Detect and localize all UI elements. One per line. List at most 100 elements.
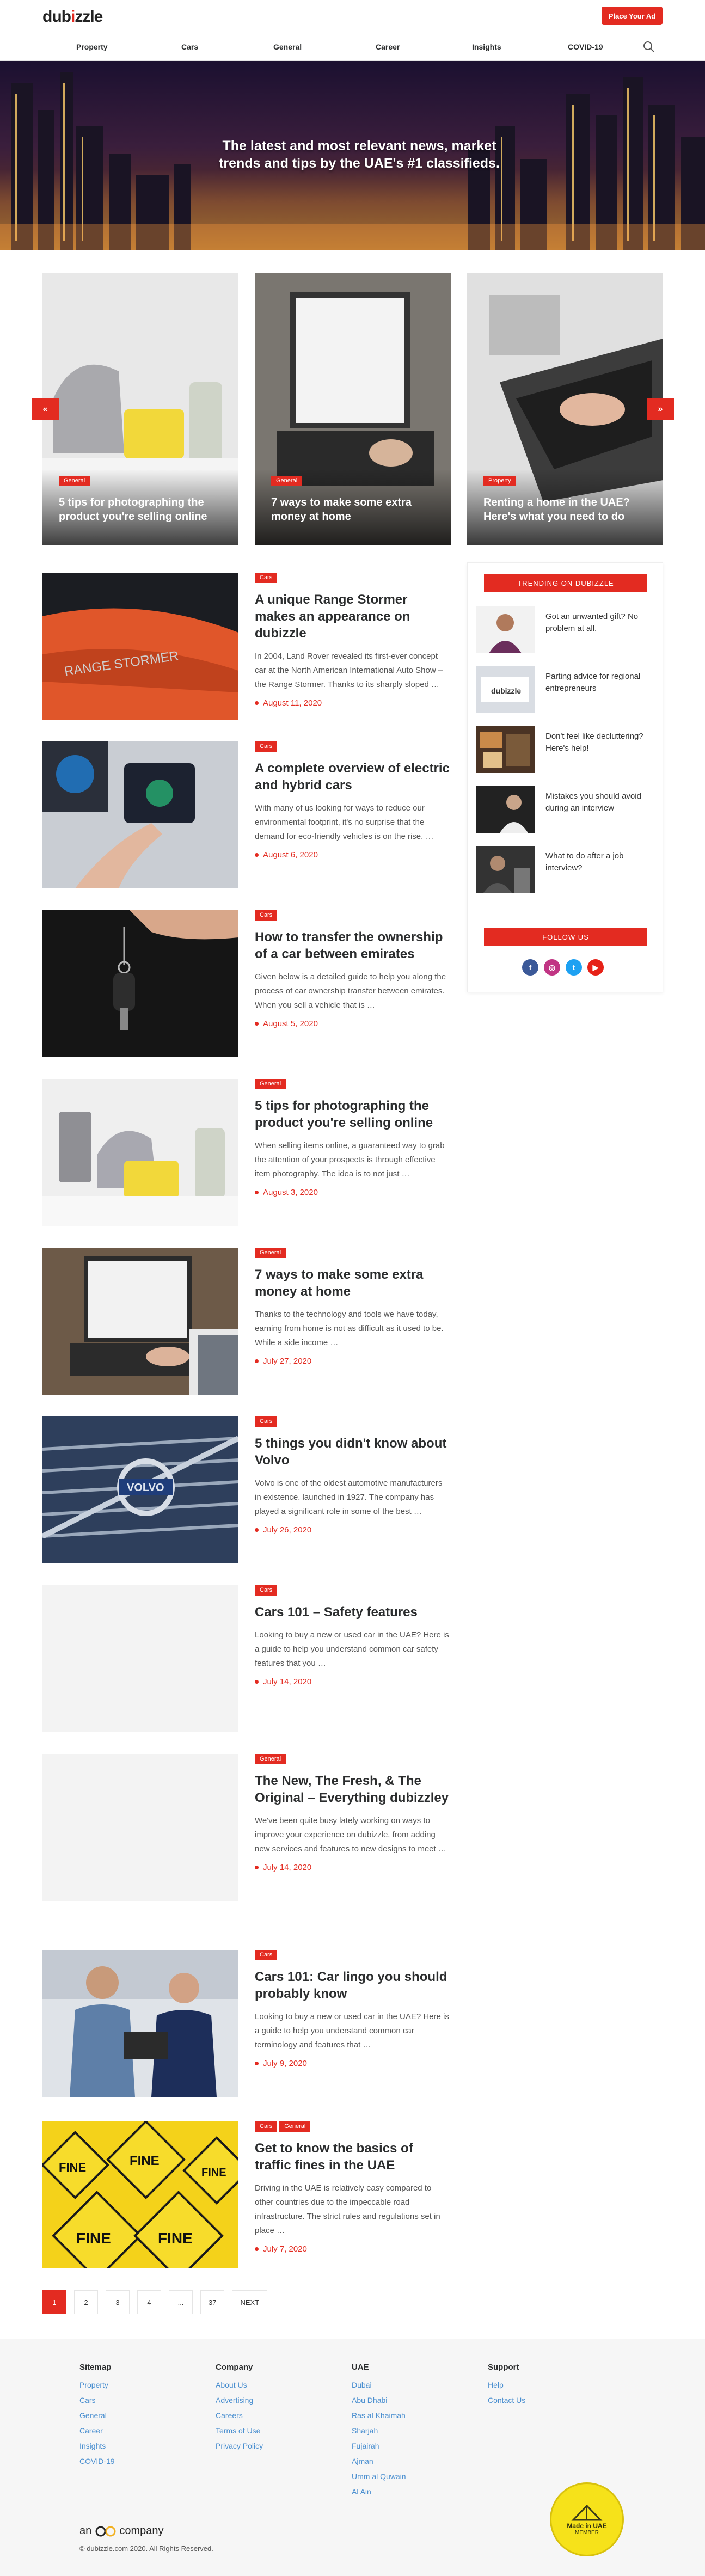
footer-link[interactable]: Career: [79, 2423, 188, 2438]
article-image-placeholder[interactable]: [42, 1754, 238, 1901]
nav-item-insights[interactable]: Insights: [472, 42, 501, 51]
article-title[interactable]: The New, The Fresh, & The Original – Eve…: [255, 1772, 451, 1806]
slide-2[interactable]: General 7 ways to make some extra money …: [255, 273, 451, 545]
nav-item-covid-19[interactable]: COVID-19: [568, 42, 603, 51]
category-badge[interactable]: Cars: [255, 741, 278, 752]
footer-link[interactable]: Dubai: [352, 2377, 461, 2393]
slide-3[interactable]: Property Renting a home in the UAE? Here…: [467, 273, 663, 545]
article-card[interactable]: VOLVO Cars 5 things you didn't know abou…: [42, 1416, 451, 1563]
article-title[interactable]: Cars 101 – Safety features: [255, 1604, 451, 1621]
category-badge[interactable]: Cars: [255, 1950, 278, 1960]
slide-category-badge[interactable]: Property: [483, 476, 516, 486]
trending-title[interactable]: Got an unwanted gift? No problem at all.: [545, 611, 654, 635]
article-title[interactable]: How to transfer the ownership of a car b…: [255, 929, 451, 962]
article-image-placeholder[interactable]: [42, 1585, 238, 1732]
article-card[interactable]: Cars Cars 101 – Safety features Looking …: [42, 1585, 451, 1732]
trending-title[interactable]: Don't feel like decluttering? Here's hel…: [545, 731, 654, 755]
page-2-button[interactable]: 2: [74, 2290, 98, 2314]
slide-category-badge[interactable]: General: [271, 476, 303, 486]
article-card[interactable]: Cars How to transfer the ownership of a …: [42, 910, 451, 1057]
footer-link[interactable]: About Us: [216, 2377, 324, 2393]
trending-title[interactable]: Parting advice for regional entrepreneur…: [545, 671, 654, 695]
article-card[interactable]: General 7 ways to make some extra money …: [42, 1248, 451, 1395]
article-image[interactable]: [42, 1079, 238, 1226]
footer-link[interactable]: Privacy Policy: [216, 2438, 324, 2454]
facebook-icon[interactable]: f: [522, 959, 538, 976]
article-image[interactable]: VOLVO: [42, 1416, 238, 1563]
footer-link[interactable]: Abu Dhabi: [352, 2393, 461, 2408]
footer-link[interactable]: Terms of Use: [216, 2423, 324, 2438]
article-title[interactable]: A unique Range Stormer makes an appearan…: [255, 591, 451, 642]
article-image[interactable]: RANGE STORMER: [42, 573, 238, 720]
article-title[interactable]: 7 ways to make some extra money at home: [255, 1266, 451, 1300]
footer-link[interactable]: Sharjah: [352, 2423, 461, 2438]
article-title[interactable]: 5 things you didn't know about Volvo: [255, 1435, 451, 1469]
slide-title[interactable]: Renting a home in the UAE? Here's what y…: [483, 495, 652, 524]
article-card[interactable]: RANGE STORMER Cars A unique Range Storme…: [42, 573, 451, 720]
youtube-icon[interactable]: ▶: [587, 959, 604, 976]
next-page-button[interactable]: NEXT: [232, 2290, 268, 2314]
slide-title[interactable]: 7 ways to make some extra money at home: [271, 495, 440, 524]
category-badge[interactable]: Cars: [255, 910, 278, 921]
footer-link[interactable]: Ajman: [352, 2454, 461, 2469]
article-card[interactable]: Cars A complete overview of electric and…: [42, 741, 451, 888]
article-image[interactable]: [42, 1248, 238, 1395]
footer-link[interactable]: COVID-19: [79, 2454, 188, 2469]
slide-category-badge[interactable]: General: [59, 476, 90, 486]
category-badge[interactable]: General: [255, 1754, 286, 1764]
page-1-button[interactable]: 1: [42, 2290, 66, 2314]
page-3-button[interactable]: 3: [106, 2290, 130, 2314]
article-image[interactable]: [42, 1950, 238, 2097]
category-badge[interactable]: General: [255, 1079, 286, 1089]
article-card[interactable]: General 5 tips for photographing the pro…: [42, 1079, 451, 1226]
nav-item-general[interactable]: General: [273, 42, 302, 51]
footer-link[interactable]: Insights: [79, 2438, 188, 2454]
slider-prev-button[interactable]: «: [32, 398, 59, 420]
slide-1[interactable]: General 5 tips for photographing the pro…: [42, 273, 238, 545]
article-image[interactable]: [42, 910, 238, 1057]
search-icon[interactable]: [643, 41, 655, 53]
footer-link[interactable]: Property: [79, 2377, 188, 2393]
article-card[interactable]: Cars Cars 101: Car lingo you should prob…: [42, 1950, 451, 2097]
trending-item[interactable]: Don't feel like decluttering? Here's hel…: [476, 726, 655, 773]
footer-link[interactable]: Help: [488, 2377, 597, 2393]
article-title[interactable]: Cars 101: Car lingo you should probably …: [255, 1968, 451, 2002]
article-image[interactable]: FINE FINE FINE FINE FINE: [42, 2121, 238, 2268]
article-card[interactable]: General The New, The Fresh, & The Origin…: [42, 1754, 451, 1901]
footer-link[interactable]: Cars: [79, 2393, 188, 2408]
footer-link[interactable]: Umm al Quwain: [352, 2469, 461, 2484]
footer-link[interactable]: Careers: [216, 2408, 324, 2423]
category-badge[interactable]: Cars: [255, 1585, 278, 1596]
trending-title[interactable]: Mistakes you should avoid during an inte…: [545, 790, 654, 814]
trending-item[interactable]: dubizzle Parting advice for regional ent…: [476, 666, 655, 713]
trending-item[interactable]: Mistakes you should avoid during an inte…: [476, 786, 655, 833]
slider-next-button[interactable]: »: [647, 398, 674, 420]
category-badge[interactable]: Cars: [255, 2121, 278, 2132]
footer-link[interactable]: Fujairah: [352, 2438, 461, 2454]
category-badge[interactable]: General: [255, 1248, 286, 1258]
olx-company-logo[interactable]: an company: [79, 2525, 164, 2537]
nav-item-cars[interactable]: Cars: [181, 42, 198, 51]
category-badge[interactable]: General: [279, 2121, 311, 2132]
nav-item-career[interactable]: Career: [376, 42, 400, 51]
article-card[interactable]: FINE FINE FINE FINE FINE Cars General Get t…: [42, 2121, 451, 2268]
page-4-button[interactable]: 4: [137, 2290, 161, 2314]
trending-item[interactable]: What to do after a job interview?: [476, 846, 655, 893]
category-badge[interactable]: Cars: [255, 573, 278, 583]
footer-link[interactable]: General: [79, 2408, 188, 2423]
trending-item[interactable]: Got an unwanted gift? No problem at all.: [476, 606, 655, 653]
article-title[interactable]: Get to know the basics of traffic fines …: [255, 2140, 451, 2174]
twitter-icon[interactable]: t: [566, 959, 582, 976]
instagram-icon[interactable]: ◎: [544, 959, 560, 976]
place-your-ad-button[interactable]: Place Your Ad: [602, 7, 663, 25]
footer-link[interactable]: Al Ain: [352, 2484, 461, 2499]
dubizzle-logo[interactable]: dubizzle: [42, 8, 103, 26]
category-badge[interactable]: Cars: [255, 1416, 278, 1427]
article-title[interactable]: 5 tips for photographing the product you…: [255, 1097, 451, 1131]
article-title[interactable]: A complete overview of electric and hybr…: [255, 760, 451, 794]
footer-link[interactable]: Contact Us: [488, 2393, 597, 2408]
footer-link[interactable]: Ras al Khaimah: [352, 2408, 461, 2423]
page-37-button[interactable]: 37: [200, 2290, 225, 2314]
nav-item-property[interactable]: Property: [76, 42, 108, 51]
article-image[interactable]: [42, 741, 238, 888]
